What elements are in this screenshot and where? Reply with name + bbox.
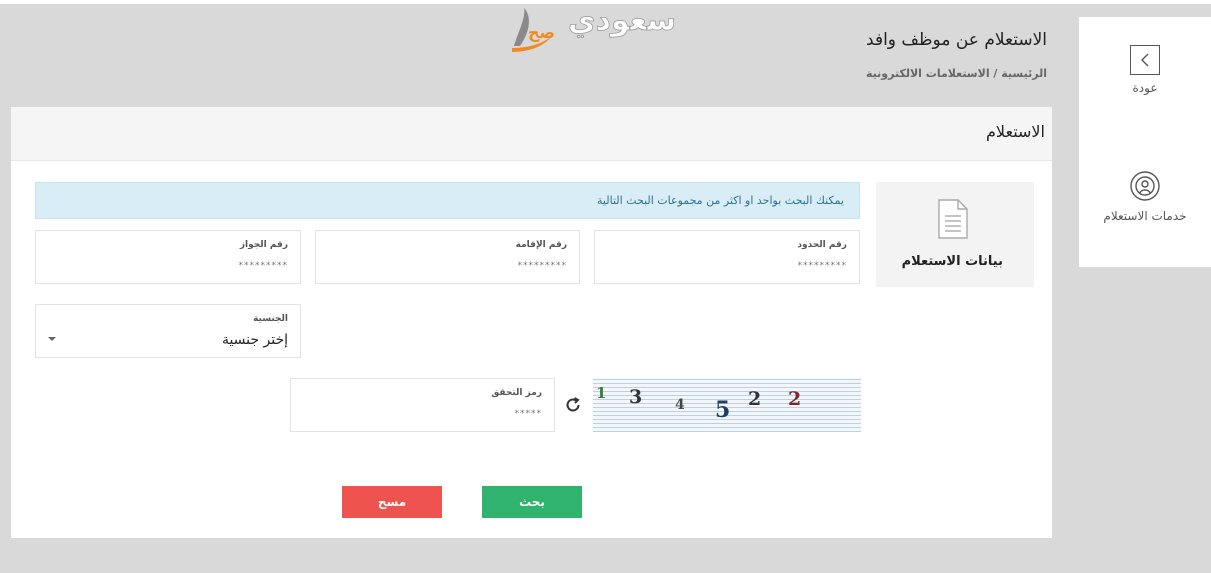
side-panel: عودة خدمات الاستعلام — [1079, 17, 1211, 267]
refresh-icon — [566, 397, 580, 412]
captcha-label: رمز التحقق — [491, 388, 542, 398]
nationality-select[interactable]: الجنسية إختر جنسية — [35, 304, 301, 358]
border-number-field: رقم الحدود — [594, 230, 860, 284]
captcha-digit: 2 — [788, 388, 802, 410]
back-label: عودة — [1132, 81, 1158, 95]
border-number-input[interactable] — [607, 258, 847, 274]
logo-graphic: صح سعودي — [512, 3, 677, 52]
captcha-input[interactable] — [303, 406, 542, 422]
page-title: الاستعلام عن موظف وافد — [866, 30, 1047, 50]
document-icon — [936, 198, 970, 244]
nationality-value: إختر جنسية — [221, 332, 288, 348]
inquiry-services-label: خدمات الاستعلام — [1103, 209, 1187, 223]
inquiry-card: الاستعلام بيانات الاستعلام يمكنك البحث ب… — [11, 107, 1052, 538]
nationality-label: الجنسية — [253, 314, 288, 324]
breadcrumb[interactable]: الرئيسية / الاستعلامات الالكترونية — [866, 67, 1047, 80]
captcha-digit: 1 — [596, 384, 607, 402]
search-button[interactable]: بحث — [482, 486, 582, 518]
broadcast-icon — [1128, 169, 1162, 203]
site-logo[interactable]: صح سعودي — [508, 2, 708, 54]
captcha-image: 1 3 4 5 2 2 — [593, 378, 861, 432]
captcha-field: رمز التحقق — [290, 378, 555, 432]
inquiry-data-tile[interactable]: بيانات الاستعلام — [876, 182, 1034, 287]
iqama-number-field: رقم الإقامة — [315, 230, 580, 284]
caret-down-icon — [48, 337, 56, 341]
border-number-label: رقم الحدود — [797, 240, 847, 250]
captcha-digit: 5 — [715, 397, 731, 423]
info-text: يمكنك البحث بواحد او اكثر من مجموعات الب… — [597, 194, 844, 207]
info-banner: يمكنك البحث بواحد او اكثر من مجموعات الب… — [35, 182, 860, 219]
passport-number-label: رقم الجواز — [239, 240, 288, 250]
card-header: الاستعلام — [11, 107, 1052, 161]
inquiry-services-button[interactable]: خدمات الاستعلام — [1079, 169, 1211, 223]
passport-number-input[interactable] — [48, 258, 288, 274]
captcha-digit: 3 — [629, 386, 643, 408]
passport-number-field: رقم الجواز — [35, 230, 301, 284]
card-title: الاستعلام — [986, 122, 1045, 141]
iqama-number-label: رقم الإقامة — [515, 240, 567, 250]
iqama-number-input[interactable] — [328, 258, 567, 274]
logo-text: سعودي — [568, 3, 676, 38]
inquiry-data-label: بيانات الاستعلام — [901, 254, 1003, 269]
clear-button[interactable]: مسح — [342, 486, 442, 518]
back-button[interactable]: عودة — [1079, 45, 1211, 95]
logo-mark: صح — [528, 23, 555, 42]
captcha-digit: 4 — [675, 397, 685, 413]
captcha-digit: 2 — [748, 388, 762, 410]
refresh-captcha-button[interactable] — [564, 396, 582, 418]
chevron-left-icon — [1130, 45, 1160, 75]
